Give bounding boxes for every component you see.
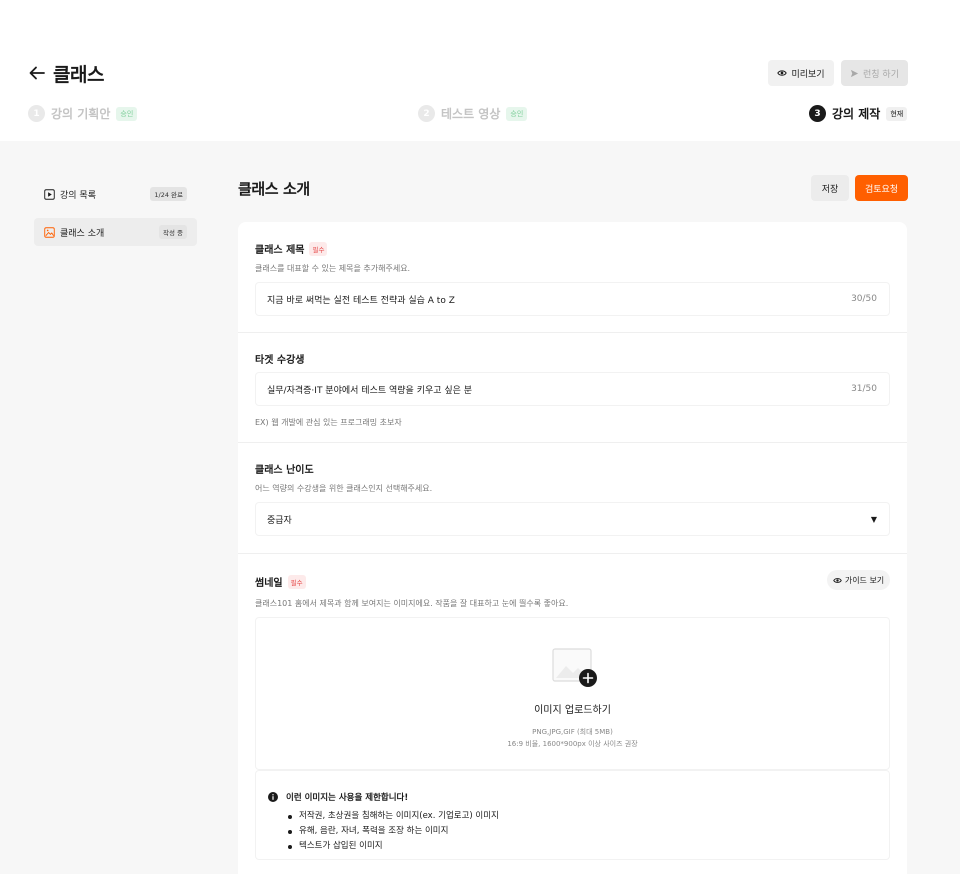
step-2: 2 테스트 영상 승인 bbox=[418, 104, 528, 123]
step-number: 3 bbox=[809, 105, 826, 122]
preview-label: 미리보기 bbox=[791, 69, 825, 80]
back-arrow-icon[interactable] bbox=[28, 64, 46, 82]
caret-down-icon: ▼ bbox=[870, 514, 877, 524]
field-description: 클래스를 대표할 수 있는 제목을 추가해주세요. bbox=[255, 264, 411, 273]
thumbnail-label: 썸네일 필수 bbox=[255, 574, 306, 589]
divider bbox=[238, 442, 907, 443]
launch-label: 런칭 하기 bbox=[863, 69, 899, 80]
status-badge: 현재 bbox=[886, 106, 908, 121]
play-icon bbox=[44, 188, 55, 200]
sidebar-item-label: 강의 목록 bbox=[60, 190, 96, 201]
sidebar-item-label: 클래스 소개 bbox=[60, 228, 105, 239]
step-label: 강의 제작 bbox=[832, 107, 881, 121]
char-counter: 30/50 bbox=[851, 294, 877, 304]
progress-badge: 1/24 완료 bbox=[150, 187, 187, 201]
eye-icon bbox=[833, 577, 842, 583]
guide-label: 가이드 보기 bbox=[844, 575, 885, 585]
preview-button[interactable]: 미리보기 bbox=[768, 60, 834, 86]
notice-header: 이런 이미지는 사용을 제한합니다! bbox=[268, 791, 408, 803]
input-value: 지금 바로 써먹는 실전 테스트 전략과 실습 A to Z bbox=[267, 295, 455, 306]
field-label: 클래스 난이도 bbox=[255, 465, 314, 476]
field-label: 썸네일 bbox=[255, 578, 283, 589]
field-label: 타겟 수강생 bbox=[255, 355, 305, 366]
guide-button[interactable]: 가이드 보기 bbox=[827, 570, 890, 590]
restriction-list: 저작권, 초상권을 침해하는 이미지(ex. 기업로고) 이미지 유해, 음란,… bbox=[288, 809, 499, 854]
class-title-input[interactable]: 지금 바로 써먹는 실전 테스트 전략과 실습 A to Z 30/50 bbox=[255, 282, 890, 316]
char-counter: 31/50 bbox=[851, 384, 877, 394]
upload-format: PNG,JPG,GIF (최대 5MB) bbox=[532, 728, 613, 736]
divider bbox=[238, 553, 907, 554]
page-title: 클래스 bbox=[53, 64, 104, 86]
difficulty-label: 클래스 난이도 bbox=[255, 461, 314, 476]
field-description: 클래스101 홈에서 제목과 함께 보여지는 이미지에요. 작품을 잘 대표하고… bbox=[255, 599, 569, 608]
status-badge: 작성 중 bbox=[158, 225, 187, 239]
form-card: 클래스 제목 필수 클래스를 대표할 수 있는 제목을 추가해주세요. 지금 바… bbox=[238, 222, 907, 874]
required-badge: 필수 bbox=[309, 241, 328, 256]
list-item: 저작권, 초상권을 침해하는 이미지(ex. 기업로고) 이미지 bbox=[288, 809, 499, 824]
class-title-label: 클래스 제목 필수 bbox=[255, 241, 328, 256]
target-input[interactable]: 실무/자격증·IT 분야에서 테스트 역량을 키우고 싶은 분 31/50 bbox=[255, 372, 890, 406]
image-icon bbox=[44, 226, 55, 238]
section-title: 클래스 소개 bbox=[238, 180, 310, 198]
upload-title: 이미지 업로드하기 bbox=[534, 705, 611, 716]
select-value: 중급자 bbox=[267, 515, 292, 526]
status-badge: 승인 bbox=[116, 106, 138, 121]
notice-title: 이런 이미지는 사용을 제한합니다! bbox=[286, 793, 409, 803]
launch-button[interactable]: 런칭 하기 bbox=[841, 60, 908, 86]
sidebar-item-class-intro[interactable]: 클래스 소개 작성 중 bbox=[34, 218, 197, 246]
status-badge: 승인 bbox=[506, 106, 528, 121]
image-add-icon bbox=[552, 648, 597, 687]
send-icon bbox=[850, 69, 859, 77]
step-1: 1 강의 기획안 승인 bbox=[28, 104, 138, 123]
target-label: 타겟 수강생 bbox=[255, 351, 304, 366]
list-item: 텍스트가 삽입된 이미지 bbox=[288, 839, 499, 854]
step-label: 테스트 영상 bbox=[441, 107, 501, 121]
divider bbox=[238, 332, 907, 333]
restriction-notice: 이런 이미지는 사용을 제한합니다! 저작권, 초상권을 침해하는 이미지(ex… bbox=[255, 770, 890, 860]
field-hint: EX) 웹 개발에 관심 있는 프로그래밍 초보자 bbox=[255, 418, 402, 427]
difficulty-select[interactable]: 중급자 ▼ bbox=[255, 502, 890, 536]
required-badge: 필수 bbox=[287, 574, 306, 589]
eye-icon bbox=[777, 70, 788, 76]
save-button[interactable]: 저장 bbox=[811, 175, 849, 201]
sidebar-item-lecture-list[interactable]: 강의 목록 1/24 완료 bbox=[34, 180, 197, 208]
step-3: 3 강의 제작 현재 bbox=[809, 104, 908, 123]
page-header: 클래스 미리보기 런칭 하기 1 강의 기획안 승인 2 테스트 영상 승인 3… bbox=[0, 0, 960, 141]
step-label: 강의 기획안 bbox=[51, 107, 111, 121]
field-description: 어느 역량의 수강생을 위한 클래스인지 선택해주세요. bbox=[255, 484, 433, 493]
input-value: 실무/자격증·IT 분야에서 테스트 역량을 키우고 싶은 분 bbox=[267, 385, 473, 396]
step-number: 2 bbox=[418, 105, 435, 122]
upload-size: 16:9 비율, 1600*900px 이상 사이즈 권장 bbox=[507, 740, 638, 748]
list-item: 유해, 음란, 자녀, 폭력을 조장 하는 이미지 bbox=[288, 824, 499, 839]
info-icon bbox=[268, 792, 278, 802]
review-request-button[interactable]: 검토요청 bbox=[855, 175, 908, 201]
image-upload-area[interactable]: 이미지 업로드하기 PNG,JPG,GIF (최대 5MB) 16:9 비율, … bbox=[255, 617, 890, 770]
step-number: 1 bbox=[28, 105, 45, 122]
field-label: 클래스 제목 bbox=[255, 245, 305, 256]
